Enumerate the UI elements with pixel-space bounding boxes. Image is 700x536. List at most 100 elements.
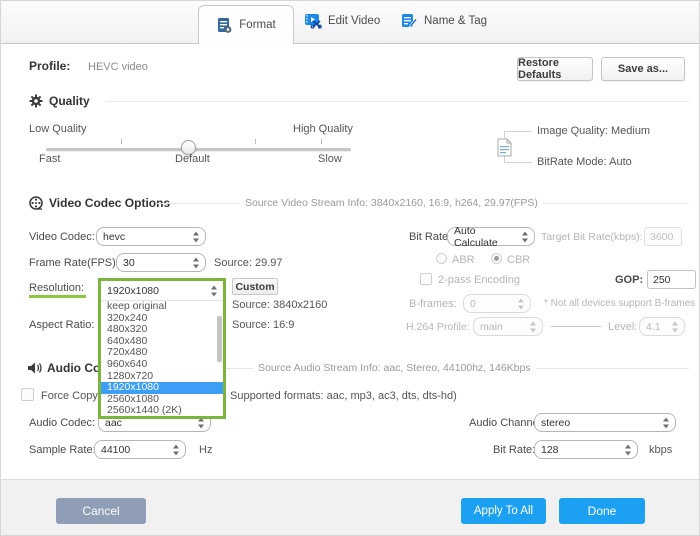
cancel-button[interactable]: Cancel — [56, 498, 146, 524]
target-bitrate-input[interactable]: 3600 — [644, 227, 682, 246]
edit-video-icon — [304, 12, 322, 29]
profile-level-dash — [551, 326, 601, 327]
tab-name-tag-label: Name & Tag — [424, 15, 487, 27]
resolution-option[interactable]: keep original — [101, 301, 223, 313]
frame-rate-select[interactable]: 30 — [116, 253, 206, 272]
force-copy-checkbox[interactable] — [21, 388, 34, 401]
resolution-source: Source: 3840x2160 — [232, 299, 327, 311]
document-icon — [497, 138, 512, 157]
video-codec-select[interactable]: hevc — [96, 227, 206, 246]
abr-radio[interactable] — [436, 253, 447, 264]
stepper-icon — [530, 321, 537, 332]
frame-rate-source: Source: 29.97 — [214, 257, 283, 269]
profile-label: Profile: — [29, 59, 70, 73]
audio-channel-value: stereo — [541, 417, 570, 429]
slider-slow-label: Slow — [318, 153, 342, 165]
done-button[interactable]: Done — [559, 498, 645, 524]
image-quality-info: Image Quality: Medium — [537, 125, 650, 137]
bframes-note: * Not all devices support B-frames — [544, 298, 695, 309]
supported-formats-label: Supported formats: aac, mp3, ac3, dts, d… — [230, 390, 457, 402]
stepper-icon — [193, 231, 200, 242]
frame-rate-label: Frame Rate(FPS): — [29, 257, 119, 269]
apply-to-all-button[interactable]: Apply To All — [461, 498, 546, 524]
slider-tick — [321, 139, 322, 144]
dropdown-scrollbar[interactable] — [217, 316, 222, 362]
audio-source-info: Source Audio Stream Info: aac, Stereo, 4… — [253, 362, 536, 374]
resolution-dropdown[interactable]: 1920x1080 keep original 320x240 480x320 … — [98, 278, 226, 419]
radio-dot — [494, 256, 499, 261]
stepper-icon — [663, 417, 670, 428]
resolution-selected-value: 1920x1080 — [107, 285, 159, 297]
resolution-option[interactable]: 2560x1440 (2K) — [101, 405, 223, 417]
bitrate-mode-info: BitRate Mode: Auto — [537, 156, 632, 168]
bframes-label: B-frames: — [409, 298, 457, 310]
resolution-option[interactable]: 960x640 — [101, 359, 223, 371]
h264-profile-label: H.264 Profile: — [406, 321, 470, 333]
level-select[interactable]: 4.1 — [639, 317, 685, 336]
slider-fast-label: Fast — [39, 153, 60, 165]
speaker-icon — [27, 361, 43, 375]
resolution-highlight-underline — [29, 295, 86, 298]
quality-divider — [106, 101, 689, 102]
h264-profile-select[interactable]: main — [473, 317, 543, 336]
quality-slider-track[interactable] — [46, 148, 351, 151]
audio-bitrate-select[interactable]: 128 — [534, 440, 638, 459]
bit-rate-label: Bit Rate: — [409, 231, 451, 243]
bit-rate-select[interactable]: Auto Calculate — [447, 227, 535, 246]
target-bitrate-label: Target Bit Rate(kbps): — [541, 231, 643, 243]
name-tag-icon — [401, 12, 418, 29]
cbr-label: CBR — [507, 254, 530, 266]
tab-edit-video-label: Edit Video — [328, 15, 380, 27]
level-label: Level: — [608, 321, 637, 333]
tab-name-tag[interactable]: Name & Tag — [401, 12, 487, 29]
sample-rate-select[interactable]: 44100 — [94, 440, 186, 459]
done-label: Done — [588, 504, 617, 518]
audio-bitrate-label: Bit Rate: — [493, 444, 535, 456]
custom-resolution-button[interactable]: Custom — [232, 278, 278, 295]
film-reel-icon — [29, 196, 43, 210]
save-as-label: Save as... — [618, 63, 668, 75]
stepper-icon — [193, 257, 200, 268]
sample-rate-label: Sample Rate: — [29, 444, 96, 456]
profile-value: HEVC video — [88, 61, 148, 73]
audio-bitrate-value: 128 — [541, 444, 559, 456]
resolution-dropdown-current[interactable]: 1920x1080 — [101, 281, 223, 301]
format-settings-window: Format Edit Video Name & Tag — [0, 0, 700, 536]
two-pass-label: 2-pass Encoding — [438, 274, 520, 286]
format-tab-icon — [216, 17, 233, 34]
resolution-option-selected[interactable]: 1920x1080 — [101, 382, 223, 394]
custom-label: Custom — [235, 281, 274, 293]
tab-edit-video[interactable]: Edit Video — [304, 12, 380, 29]
cbr-radio[interactable] — [491, 253, 502, 264]
low-quality-label: Low Quality — [29, 123, 86, 135]
tab-format[interactable]: Format — [198, 5, 294, 44]
bframes-select[interactable]: 0 — [463, 294, 531, 313]
slider-tick — [255, 139, 256, 144]
h264-profile-value: main — [480, 321, 503, 333]
sample-rate-unit: Hz — [199, 444, 212, 456]
bframes-value: 0 — [470, 298, 476, 310]
target-bitrate-value: 3600 — [650, 231, 673, 243]
tab-format-label: Format — [239, 19, 275, 31]
stepper-icon — [522, 231, 529, 242]
restore-defaults-button[interactable]: Restore Defaults — [517, 57, 593, 81]
force-copy-label: Force Copy ( — [41, 390, 105, 402]
gear-icon — [29, 94, 43, 108]
gop-value: 250 — [653, 274, 671, 286]
cancel-label: Cancel — [82, 504, 119, 518]
high-quality-label: High Quality — [293, 123, 353, 135]
frame-rate-value: 30 — [123, 257, 135, 269]
save-as-button[interactable]: Save as... — [601, 57, 685, 81]
audio-channel-select[interactable]: stereo — [534, 413, 676, 432]
audio-bitrate-unit: kbps — [649, 444, 672, 456]
two-pass-checkbox[interactable] — [420, 273, 432, 285]
gop-input[interactable]: 250 — [647, 270, 696, 289]
gop-label: GOP: — [615, 274, 643, 286]
quality-section-title: Quality — [49, 94, 90, 108]
aspect-ratio-source: Source: 16:9 — [232, 319, 294, 331]
stepper-icon — [518, 298, 525, 309]
video-codec-label: Video Codec: — [29, 231, 95, 243]
sample-rate-value: 44100 — [101, 444, 130, 456]
bit-rate-value: Auto Calculate — [454, 225, 516, 249]
video-codec-value: hevc — [103, 231, 125, 243]
